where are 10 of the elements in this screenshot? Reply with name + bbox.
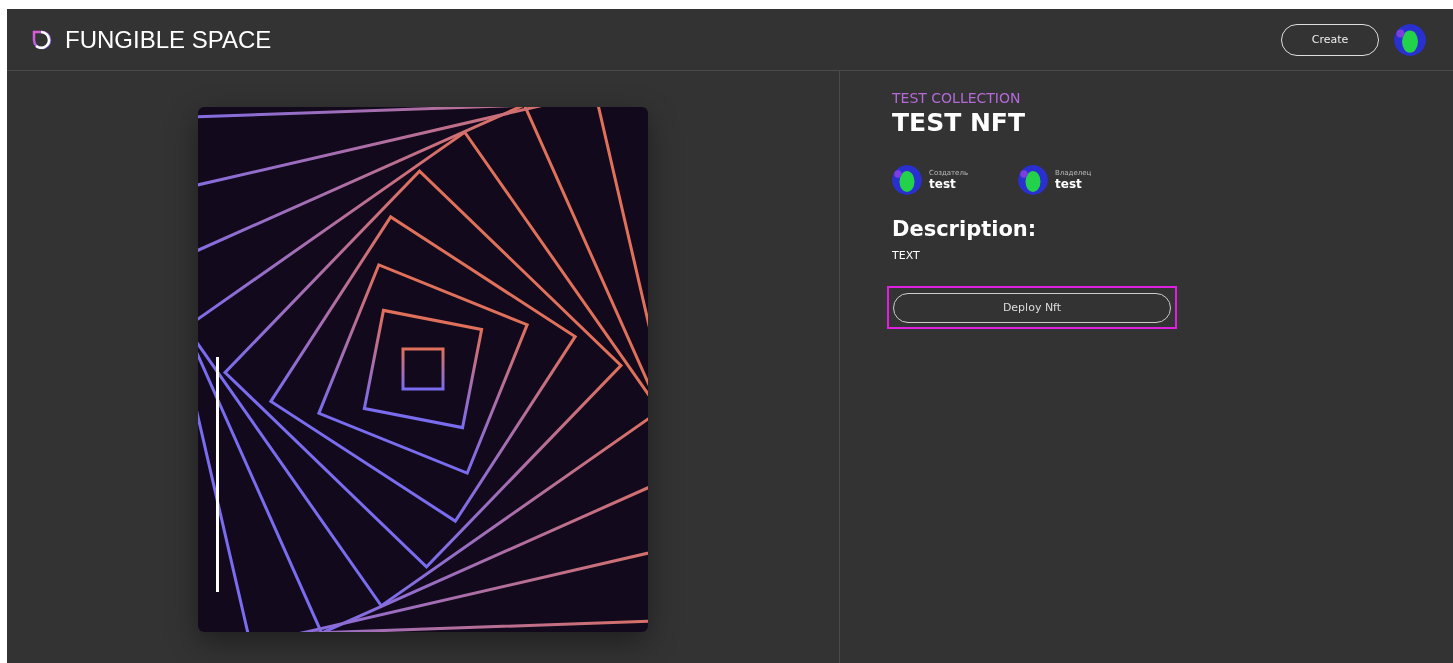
collection-name[interactable]: TEST COLLECTION: [892, 90, 1177, 106]
brand-name[interactable]: FUNGIBLE SPACE: [65, 25, 272, 54]
description-heading: Description:: [892, 217, 1038, 241]
avatar-icon[interactable]: [1018, 165, 1048, 195]
avatar-icon[interactable]: [1394, 23, 1426, 56]
avatar-icon[interactable]: [892, 165, 922, 195]
description-text: TEXT: [892, 249, 921, 262]
user-name[interactable]: test: [929, 177, 968, 191]
nft-title: TEST NFT: [892, 108, 1026, 137]
user-name[interactable]: test: [1055, 177, 1092, 191]
